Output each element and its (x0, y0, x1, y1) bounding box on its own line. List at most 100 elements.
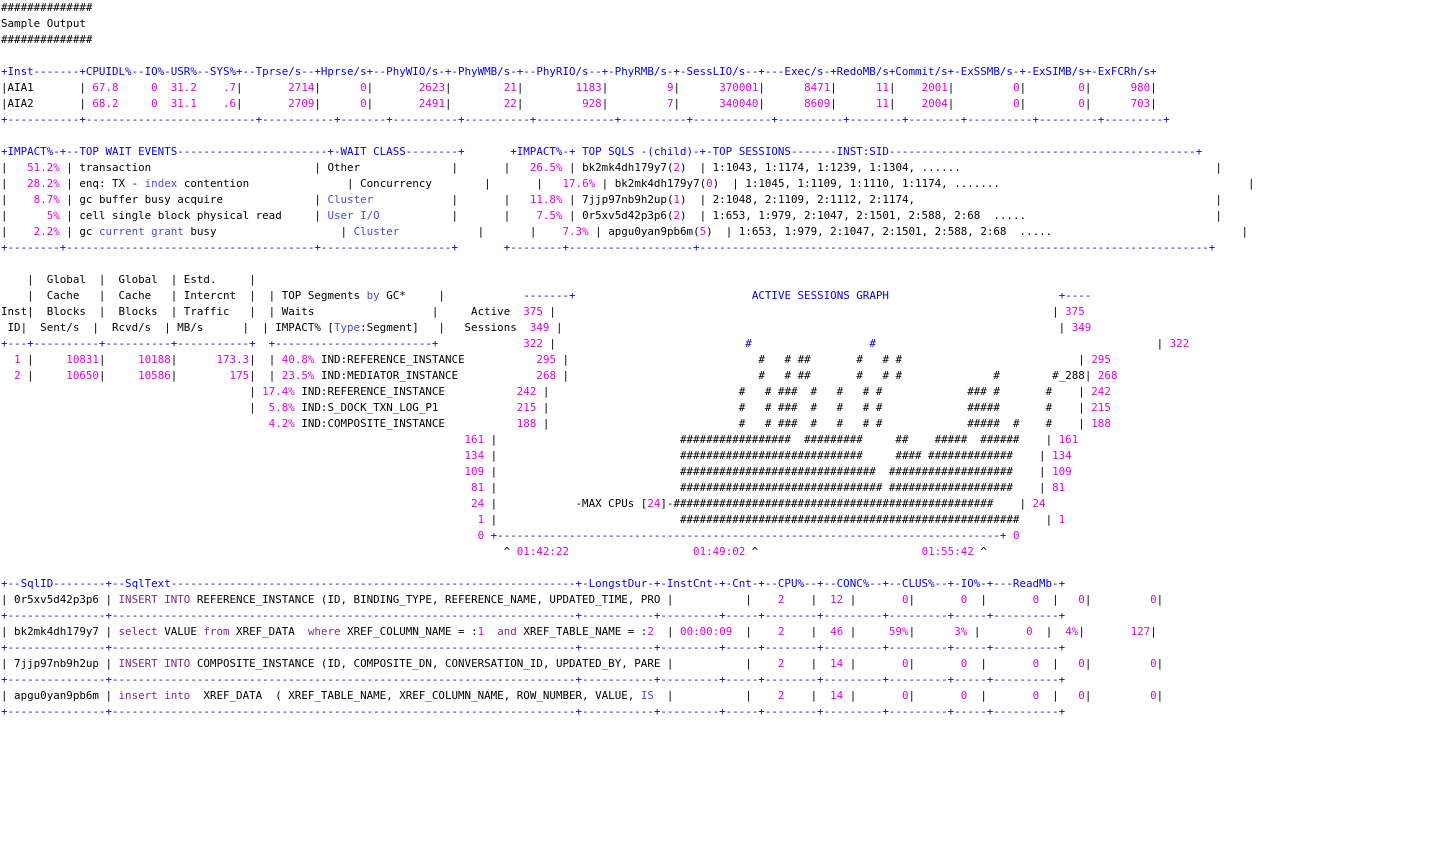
text-segment: 8.7% (33, 193, 60, 206)
text-segment: 134 (1052, 449, 1072, 462)
terminal-line: +--SqlID--------+--SqlText--------------… (1, 576, 1255, 592)
text-segment: 349 (1071, 321, 1092, 334)
text-segment: | (1019, 97, 1079, 110)
text-segment: contention | Concurrency | | (177, 177, 563, 190)
text-segment: | (601, 97, 668, 110)
text-segment: | (170, 369, 230, 382)
terminal-line: | 7jjp97nb9h2up | INSERT INTO COMPOSITE_… (1, 656, 1255, 672)
text-segment: 24 (471, 497, 485, 510)
text-segment (1, 481, 471, 494)
text-segment: ) | 2:1048, 2:1109, 2:1112, 2:1174, | (680, 193, 1222, 206)
text-segment: | (516, 97, 583, 110)
text-segment: | (1, 161, 28, 174)
text-segment: | (830, 97, 876, 110)
text-segment: | (758, 97, 805, 110)
text-segment: | enq: TX - (59, 177, 145, 190)
text-segment: | -MAX CPUs [ (484, 497, 648, 510)
text-segment: | (967, 625, 1027, 638)
text-segment: 1183 (575, 81, 602, 94)
text-segment: | (653, 625, 681, 638)
text-segment: | 0r5xv5d42p3p6( (562, 209, 674, 222)
text-segment (438, 337, 523, 350)
text-segment: |AIA1 | (1, 81, 93, 94)
terminal-line: 0 +-------------------------------------… (1, 528, 1255, 544)
text-segment: where (307, 625, 341, 638)
text-segment: +---- (1058, 289, 1092, 302)
text-segment: | (601, 81, 668, 94)
text-segment: | # # ### # # # # ##### # # | (536, 417, 1092, 430)
text-segment: | (1, 209, 47, 222)
text-segment: +--SqlID--------+--SqlText--------------… (1, 577, 1066, 590)
text-segment: | (889, 97, 922, 110)
text-segment: | (947, 97, 1014, 110)
text-segment: Type (333, 321, 361, 334)
text-segment: | (98, 353, 139, 366)
text-segment (1, 465, 465, 478)
terminal-line: +---------------+-----------------------… (1, 672, 1255, 688)
text-segment: 188 (1091, 417, 1111, 430)
text-segment: 67.8 0 31.2 .7 (92, 81, 237, 94)
text-segment: | (20, 369, 67, 382)
text-segment: 01:55:42 (921, 545, 974, 558)
text-segment: | # # ### # # # # ### # # | (536, 385, 1092, 398)
text-segment: 2623 (418, 81, 445, 94)
terminal-line: Inst| Blocks | Blocks | Traffic | | Wait… (1, 304, 1255, 320)
text-segment: 173.3 (216, 353, 250, 366)
text-segment: | | (542, 305, 1066, 318)
text-segment: 161 (464, 433, 485, 446)
terminal-line: |AIA1 | 67.8 0 31.2 .7| 2714| 0| 2623| 2… (1, 80, 1255, 96)
text-segment: 161 (1058, 433, 1079, 446)
text-segment: 21 (503, 81, 517, 94)
text-segment: 01:42:22 (516, 545, 569, 558)
text-segment: | apgu0yan9pb6m | (1, 689, 119, 702)
text-segment: | (1150, 81, 1157, 94)
text-segment: | (947, 81, 1014, 94)
text-segment: +---+----------+----------+-----------+ … (1, 337, 439, 350)
text-segment: | (1039, 593, 1079, 606)
text-segment (1, 353, 14, 366)
text-segment: 11.8% (529, 193, 563, 206)
text-segment: ^ (745, 545, 922, 558)
terminal-line: ############## (1, 0, 1255, 16)
terminal-line: 4.2% IND:COMPOSITE_INSTANCE 188 | # # ##… (1, 416, 1255, 432)
text-segment: 7.3% (562, 225, 589, 238)
text-segment: +--------+------------------------------… (1, 241, 1216, 254)
text-segment: | | (249, 369, 282, 382)
terminal-line: +---------------+-----------------------… (1, 640, 1255, 656)
text-segment: 1 (1058, 513, 1066, 526)
text-segment: | Cache | Cache | Intercnt | | TOP Segme… (1, 289, 367, 302)
text-segment: | cell single block physical read | (59, 209, 328, 222)
text-segment: 215 (516, 401, 537, 414)
text-segment: | (889, 81, 922, 94)
terminal-line: +---+----------+----------+-----------+ … (1, 336, 1255, 352)
text-segment: 11 (875, 81, 890, 94)
text-segment (1, 449, 465, 462)
text-segment: 46 (830, 625, 844, 638)
text-segment (1, 417, 269, 430)
text-segment: IND:S_DOCK_TXN_LOG_P1 (294, 401, 517, 414)
text-segment: +---------------+-----------------------… (1, 641, 1066, 654)
text-segment: XREF_COLUMN_NAME = : (340, 625, 478, 638)
terminal-line: | 51.2% | transaction | Other | | 26.5% … (1, 160, 1255, 176)
text-segment: 268 (536, 369, 557, 382)
text-segment: | (1, 401, 269, 414)
text-segment: 40.8% (281, 353, 315, 366)
text-segment: ]-######################################… (660, 497, 1033, 510)
terminal-line: | bk2mk4dh179y7 | select VALUE from XREF… (1, 624, 1255, 640)
terminal-output: ############## Sample Output #############… (1, 0, 1255, 720)
text-segment: | # # ### # # # # ##### # | (536, 401, 1092, 414)
text-segment: | (445, 97, 504, 110)
text-segment: ^ (1, 545, 517, 558)
text-segment: | (843, 689, 902, 702)
text-segment: | (170, 353, 217, 366)
text-segment: insert into (118, 689, 191, 702)
terminal-line: 161 | ################# ######### ## ###… (1, 432, 1255, 448)
text-segment: | (784, 593, 831, 606)
text-segment: | ############################## #######… (484, 465, 1053, 478)
text-segment: Cluster (327, 193, 374, 206)
text-segment: 22 (503, 97, 517, 110)
text-segment: 11 (875, 97, 890, 110)
terminal-line: | 28.2% | enq: TX - index contention | C… (1, 176, 1255, 192)
